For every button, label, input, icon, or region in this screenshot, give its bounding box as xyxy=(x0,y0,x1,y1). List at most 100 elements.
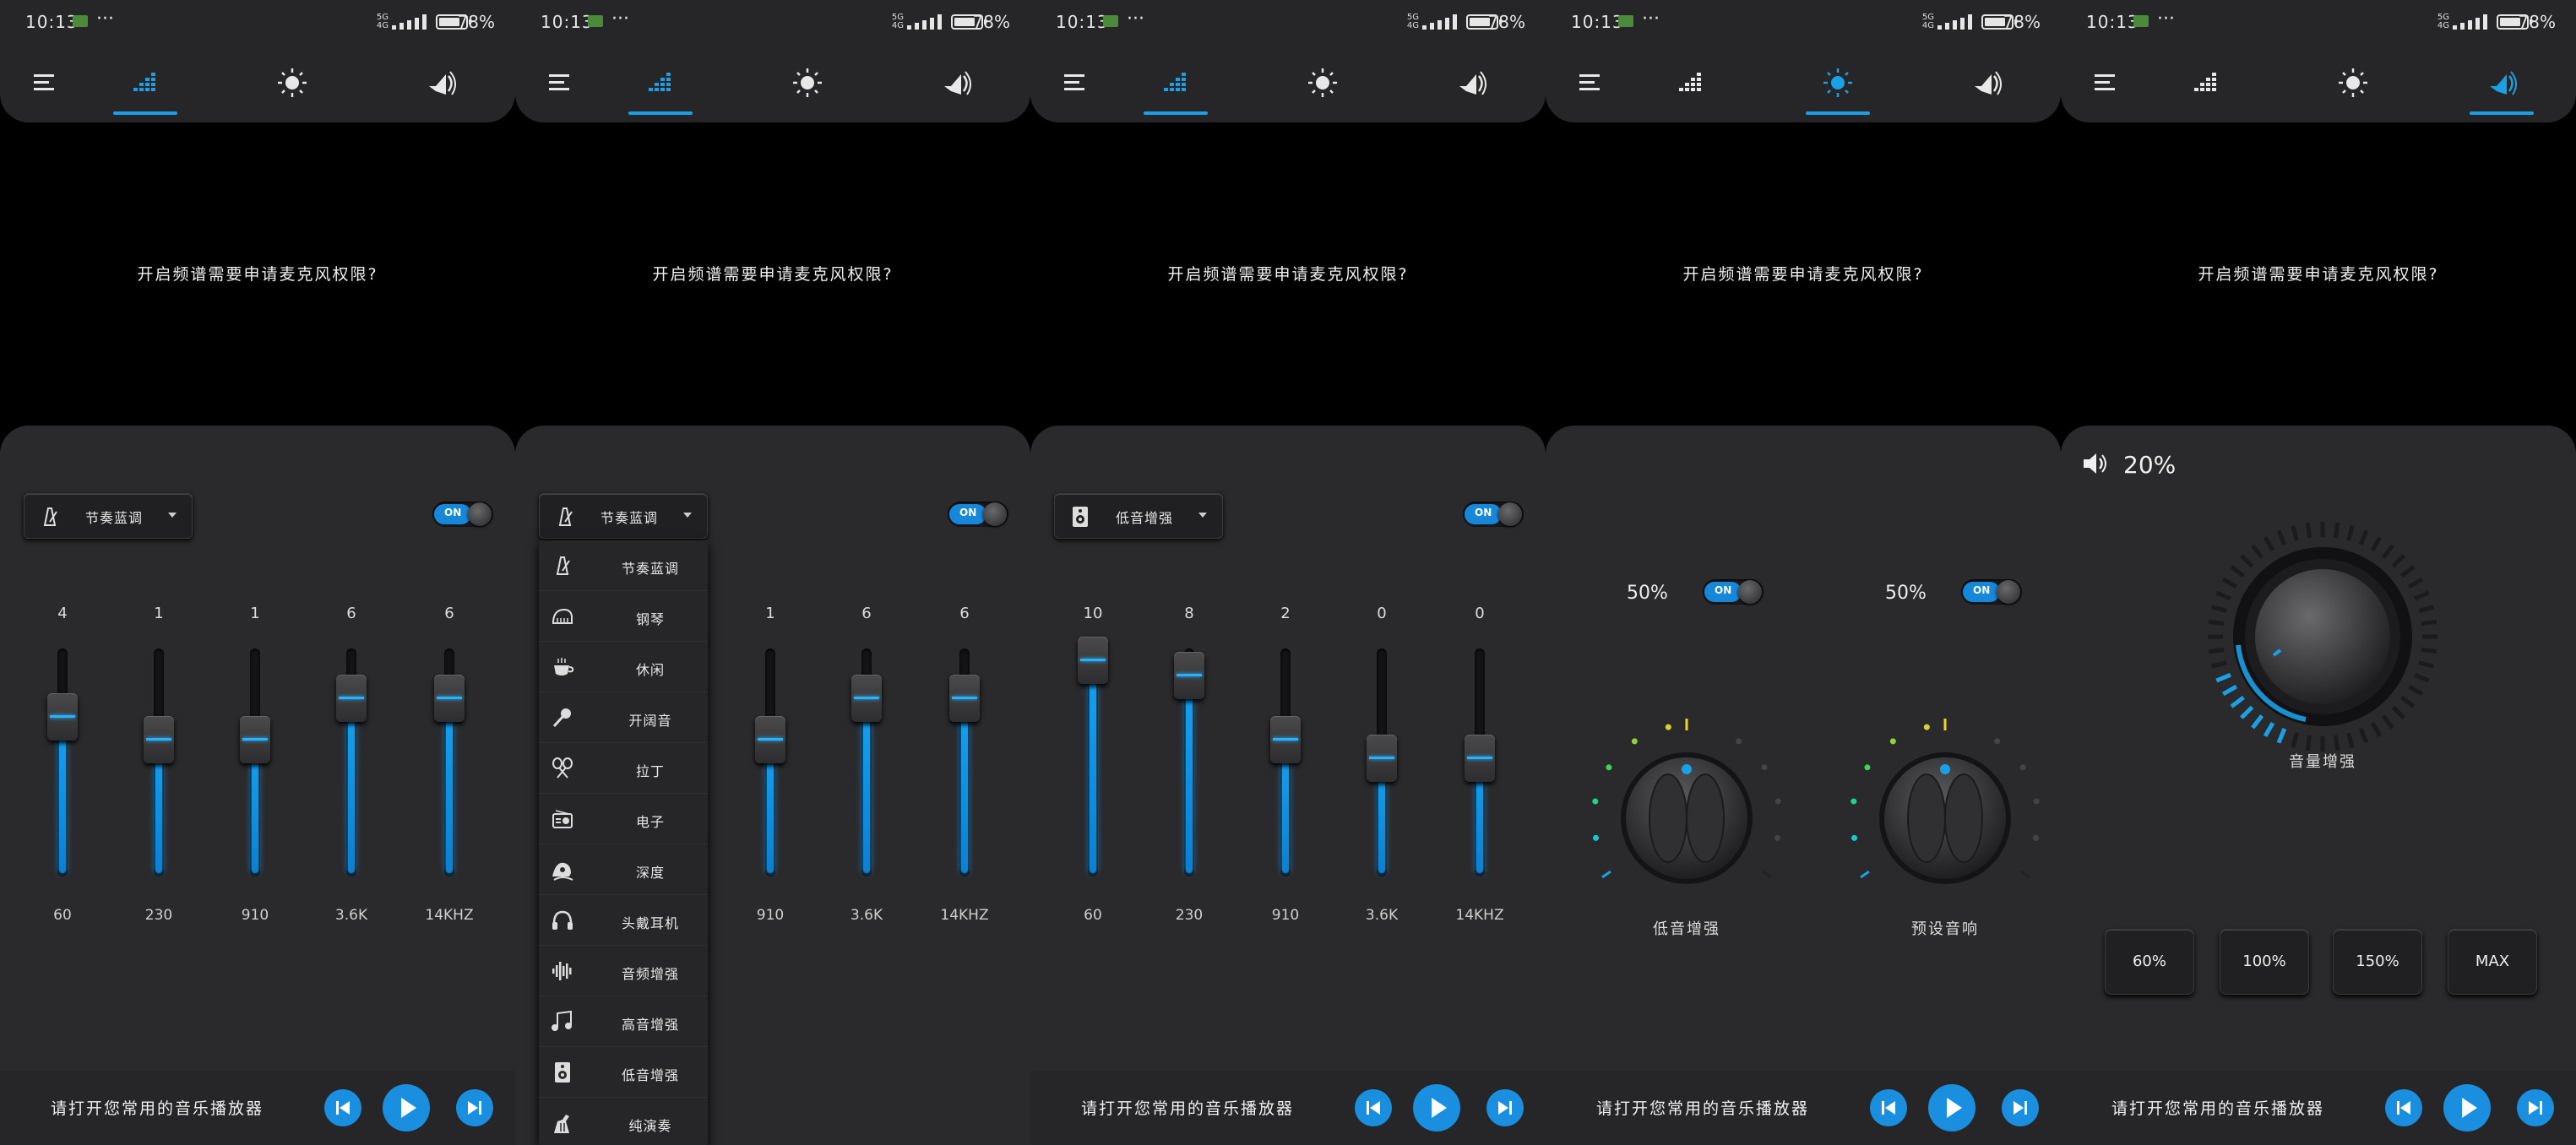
next-button[interactable] xyxy=(2002,1089,2039,1126)
previous-button[interactable] xyxy=(1355,1089,1392,1126)
play-button[interactable] xyxy=(2443,1084,2491,1131)
dropdown-item[interactable]: 休闲 xyxy=(539,642,708,692)
volume-tab-icon[interactable] xyxy=(1954,61,2019,115)
band-fill xyxy=(348,698,355,873)
band-handle[interactable] xyxy=(1078,636,1108,684)
volume-tab-icon[interactable] xyxy=(924,61,988,115)
bass-boost-toggle[interactable]: ON xyxy=(1703,579,1764,605)
band-handle[interactable] xyxy=(1270,716,1301,763)
boost-preset-button[interactable]: 100% xyxy=(2220,929,2309,995)
previous-button[interactable] xyxy=(324,1089,361,1126)
band-handle[interactable] xyxy=(47,693,78,741)
band-value: 0 xyxy=(1377,605,1387,622)
band-handle[interactable] xyxy=(336,675,367,723)
dropdown-item[interactable]: 节奏蓝调 xyxy=(539,540,708,591)
menu-icon[interactable] xyxy=(15,61,79,115)
more-status-icon: ··· xyxy=(2157,8,2175,30)
play-icon xyxy=(1947,1098,1962,1118)
equalizer-tab-icon[interactable] xyxy=(113,61,177,115)
menu-icon[interactable] xyxy=(2076,61,2140,115)
volume-tab-icon[interactable] xyxy=(1439,61,1503,115)
band-handle[interactable] xyxy=(434,675,465,723)
dropdown-item[interactable]: 电子 xyxy=(539,794,708,844)
dropdown-item-label: 钢琴 xyxy=(635,611,665,627)
dropdown-item[interactable]: 纯演奏 xyxy=(539,1098,708,1145)
mic-permission-prompt[interactable]: 开启频谱需要申请麦克风权限? xyxy=(515,262,1030,285)
band-handle[interactable] xyxy=(1465,734,1495,782)
mic-permission-prompt[interactable]: 开启频谱需要申请麦克风权限? xyxy=(0,262,515,285)
virtualizer-toggle[interactable]: ON xyxy=(1961,579,2022,605)
preset-selector[interactable]: 节奏蓝调 xyxy=(539,493,708,539)
maracas-icon xyxy=(551,757,574,784)
volume-tab-icon[interactable] xyxy=(409,61,473,115)
dropdown-item[interactable]: 开阔音 xyxy=(539,692,708,743)
dropdown-item[interactable]: 深度 xyxy=(539,844,708,895)
piano-icon xyxy=(551,605,574,632)
band-handle[interactable] xyxy=(1174,652,1204,700)
battery-percent: 78% xyxy=(1487,12,1525,32)
menu-icon[interactable] xyxy=(530,61,595,115)
play-icon xyxy=(1432,1098,1447,1118)
play-button[interactable] xyxy=(1413,1084,1460,1131)
equalizer-toggle[interactable]: ON xyxy=(948,502,1008,527)
toggle-on-label: ON xyxy=(444,507,462,518)
eq-band: 2 910 xyxy=(1252,594,1319,932)
equalizer-tab-icon[interactable] xyxy=(2174,61,2238,115)
equalizer-toggle[interactable]: ON xyxy=(1463,502,1524,527)
dropdown-item[interactable]: 低音增强 xyxy=(539,1047,708,1098)
preset-selector[interactable]: 低音增强 xyxy=(1054,493,1223,539)
dropdown-item[interactable]: 头戴耳机 xyxy=(539,895,708,946)
next-button[interactable] xyxy=(1486,1089,1524,1126)
equalizer-tab-icon[interactable] xyxy=(1659,61,1723,115)
menu-icon[interactable] xyxy=(1561,61,1625,115)
rotary-knob[interactable] xyxy=(1581,696,1792,907)
band-handle[interactable] xyxy=(949,675,980,723)
mic-permission-prompt[interactable]: 开启频谱需要申请麦克风权限? xyxy=(1030,262,1546,285)
toggle-on-label: ON xyxy=(959,507,977,518)
effects-tab-icon[interactable] xyxy=(1291,61,1355,115)
next-button[interactable] xyxy=(456,1089,493,1126)
band-handle[interactable] xyxy=(144,716,174,763)
previous-icon xyxy=(1882,1101,1895,1115)
effects-tab-icon[interactable] xyxy=(775,61,840,115)
dropdown-item[interactable]: 钢琴 xyxy=(539,591,708,642)
status-bar: 10:13 ··· 5G 4G 78% xyxy=(1030,8,1546,35)
mic-permission-prompt[interactable]: 开启频谱需要申请麦克风权限? xyxy=(1546,262,2061,285)
play-button[interactable] xyxy=(1928,1084,1975,1131)
next-button[interactable] xyxy=(2517,1089,2554,1126)
player-bar: 请打开您常用的音乐播放器 xyxy=(1030,1071,1546,1145)
dropdown-item[interactable]: 高音增强 xyxy=(539,996,708,1047)
status-time: 10:13 xyxy=(1056,12,1109,32)
band-handle[interactable] xyxy=(851,675,882,723)
volume-boost-knob[interactable] xyxy=(2196,510,2449,763)
phone-screen-4: 10:13 ··· 5G 4G 78% 开启频谱需要申请麦克风权限? 50% ON 50% ON … xyxy=(1546,0,2061,1145)
microphone-icon xyxy=(551,706,574,733)
menu-icon[interactable] xyxy=(1046,61,1110,115)
band-handle[interactable] xyxy=(1367,734,1397,782)
previous-button[interactable] xyxy=(2385,1089,2422,1126)
band-handle[interactable] xyxy=(755,716,785,763)
volume-tab-icon[interactable] xyxy=(2470,61,2534,115)
boost-preset-button[interactable]: 150% xyxy=(2333,929,2422,995)
next-icon xyxy=(2014,1101,2027,1115)
equalizer-tab-icon[interactable] xyxy=(628,61,693,115)
play-button[interactable] xyxy=(383,1084,430,1131)
previous-button[interactable] xyxy=(1870,1089,1907,1126)
preset-icon xyxy=(1068,505,1092,532)
boost-preset-button[interactable]: 60% xyxy=(2105,929,2194,995)
equalizer-toggle[interactable]: ON xyxy=(432,502,493,527)
dropdown-item[interactable]: 拉丁 xyxy=(539,743,708,794)
dropdown-item-label: 休闲 xyxy=(635,662,665,678)
preset-selector[interactable]: 节奏蓝调 xyxy=(24,493,193,539)
effects-tab-icon[interactable] xyxy=(260,61,324,115)
boost-preset-button[interactable]: MAX xyxy=(2448,929,2537,995)
equalizer-tab-icon[interactable] xyxy=(1144,61,1208,115)
rotary-knob[interactable] xyxy=(1840,696,2051,907)
network-speed: 5G 4G xyxy=(1407,14,1419,30)
previous-icon xyxy=(336,1101,350,1115)
effects-tab-icon[interactable] xyxy=(2321,61,2385,115)
band-handle[interactable] xyxy=(240,716,270,763)
effects-tab-icon[interactable] xyxy=(1806,61,1870,115)
dropdown-item[interactable]: 音频增强 xyxy=(539,946,708,996)
mic-permission-prompt[interactable]: 开启频谱需要申请麦克风权限? xyxy=(2061,262,2576,285)
